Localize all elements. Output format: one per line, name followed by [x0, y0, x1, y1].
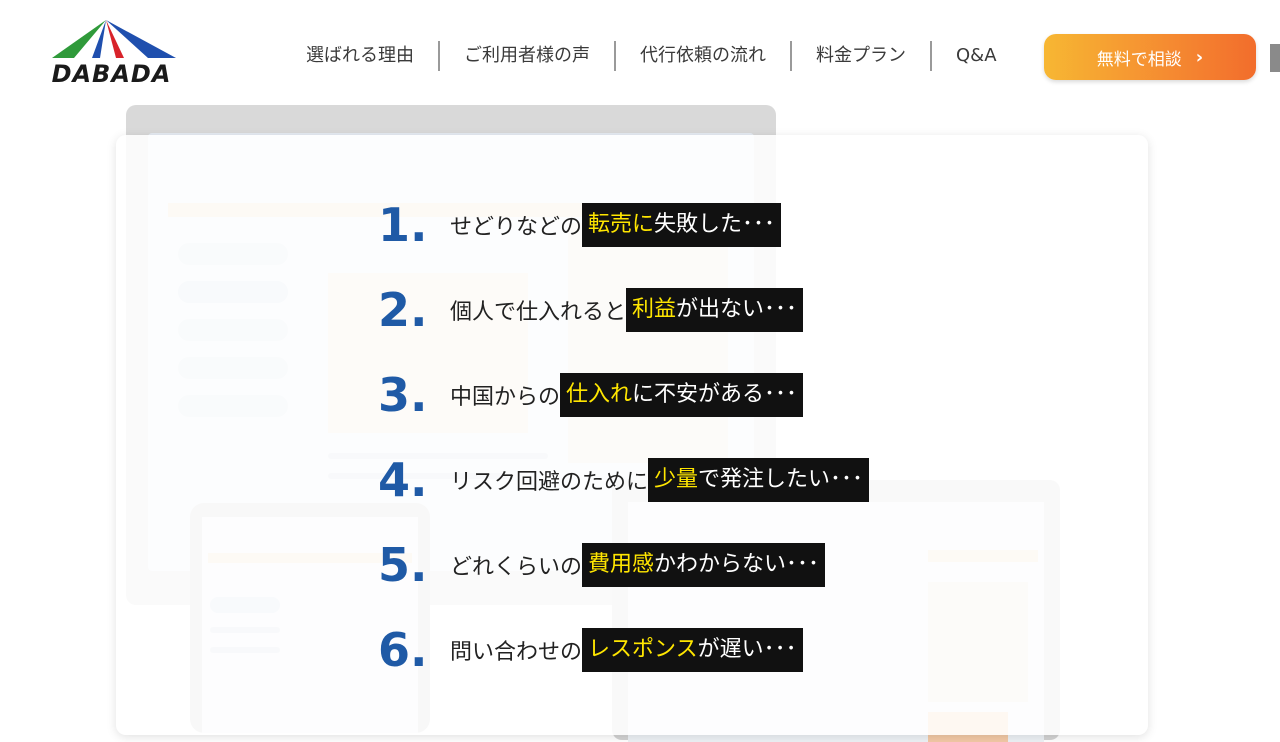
concern-highlight-box: 仕入れ に不安がある･･･	[560, 373, 804, 417]
concern-item: 2. 個人で仕入れると 利益 が出ない･･･	[378, 283, 804, 337]
logo-mark-icon	[52, 20, 176, 58]
concern-text-tail: で発注したい･･･	[698, 467, 864, 492]
concern-item: 6. 問い合わせの レスポンス が遅い･･･	[378, 625, 803, 675]
nav-faq[interactable]: Q&A	[930, 41, 1021, 71]
free-consultation-button[interactable]: 無料で相談 ›	[1044, 34, 1256, 80]
concern-number: 4.	[378, 453, 428, 507]
logo-text: DABADA	[51, 60, 172, 88]
concern-item: 5. どれくらいの 費用感 かわからない･･･	[378, 538, 826, 592]
concern-number: 1.	[378, 198, 428, 252]
concern-highlight: 費用感	[588, 552, 655, 577]
concern-number: 2.	[378, 283, 428, 337]
concern-text-tail: かわからない･･･	[654, 552, 820, 577]
dabada-logo[interactable]: DABADA	[44, 18, 179, 88]
concern-text: 問い合わせの	[450, 640, 583, 665]
site-header: DABADA 選ばれる理由 ご利用者様の声 代行依頼の流れ 料金プラン Q&A …	[0, 0, 1280, 105]
concern-item: 3. 中国からの 仕入れ に不安がある･･･	[378, 368, 804, 422]
concern-text-tail: が出ない･･･	[676, 297, 798, 322]
concern-text: リスク回避のために	[450, 470, 649, 495]
concern-text: どれくらいの	[450, 555, 583, 580]
concern-highlight-box: 転売に 失敗した･･･	[582, 203, 782, 247]
main-nav: 選ばれる理由 ご利用者様の声 代行依頼の流れ 料金プラン Q&A	[306, 38, 1021, 74]
scroll-edge	[1270, 44, 1280, 72]
concern-highlight: 少量	[654, 467, 699, 492]
concern-item: 4. リスク回避のために 少量 で発注したい･･･	[378, 453, 870, 507]
concern-text: せどりなどの	[450, 215, 583, 240]
concern-text: 個人で仕入れると	[450, 300, 627, 325]
nav-reasons[interactable]: 選ばれる理由	[306, 41, 438, 71]
concern-item: 1. せどりなどの 転売に 失敗した･･･	[378, 198, 782, 252]
concern-text-tail: に不安がある･･･	[632, 382, 798, 407]
concern-number: 5.	[378, 538, 428, 592]
concern-highlight-box: レスポンス が遅い･･･	[582, 628, 803, 672]
concern-text-tail: が遅い･･･	[697, 637, 797, 662]
chevron-right-icon: ›	[1195, 46, 1204, 68]
concern-text: 中国からの	[450, 385, 561, 410]
nav-flow[interactable]: 代行依頼の流れ	[614, 41, 790, 71]
concern-highlight-box: 利益 が出ない･･･	[626, 288, 804, 332]
concern-number: 3.	[378, 368, 428, 422]
concern-highlight: 仕入れ	[566, 382, 633, 407]
concern-highlight: 利益	[632, 297, 677, 322]
concern-highlight: レスポンス	[588, 637, 698, 662]
concern-text-tail: 失敗した･･･	[654, 212, 776, 237]
nav-testimonials[interactable]: ご利用者様の声	[438, 41, 614, 71]
concern-number: 6.	[378, 623, 428, 677]
nav-pricing[interactable]: 料金プラン	[790, 41, 930, 71]
concern-highlight-box: 費用感 かわからない･･･	[582, 543, 826, 587]
cta-label: 無料で相談	[1096, 49, 1182, 70]
concern-highlight-box: 少量 で発注したい･･･	[648, 458, 870, 502]
concern-highlight: 転売に	[588, 212, 655, 237]
